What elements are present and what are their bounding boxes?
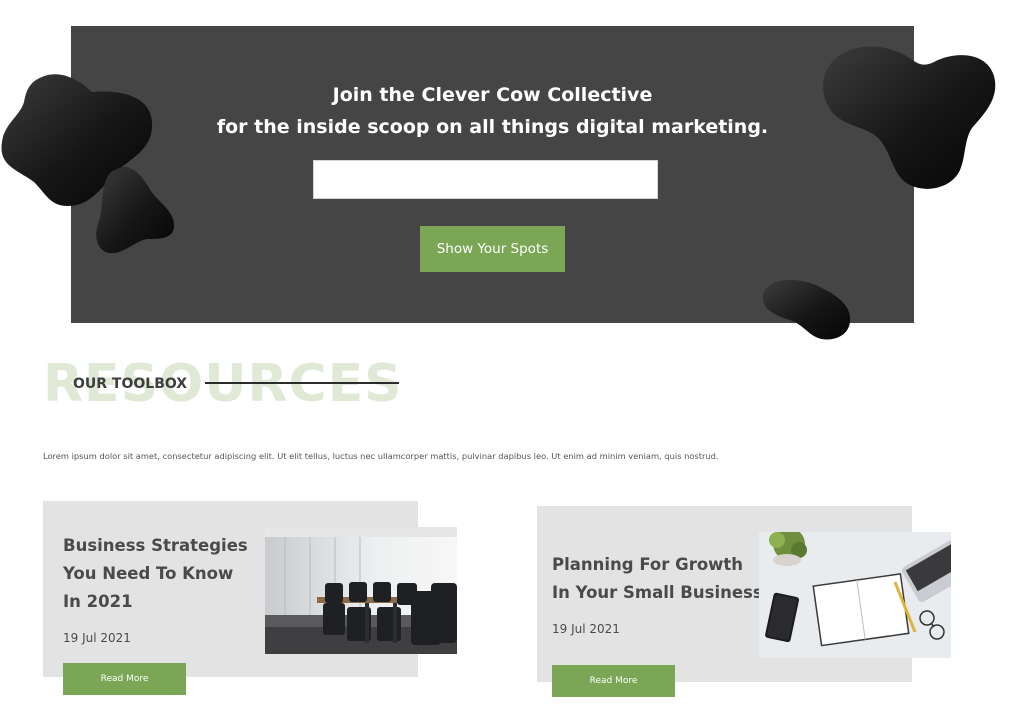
newsletter-heading-line-2: for the inside scoop on all things digit… bbox=[216, 116, 769, 138]
newsletter-heading: Join the Clever Cow Collective for the i… bbox=[71, 79, 914, 143]
blog-card-title[interactable]: Business Strategies You Need To Know In … bbox=[63, 532, 248, 616]
desk-notebook-image[interactable] bbox=[759, 532, 951, 658]
blog-card-date: 19 Jul 2021 bbox=[552, 622, 620, 636]
blog-card-title-line: In 2021 bbox=[63, 592, 133, 611]
blog-card-title-line: Planning For Growth bbox=[552, 555, 744, 574]
read-more-button[interactable]: Read More bbox=[63, 663, 186, 695]
read-more-button[interactable]: Read More bbox=[552, 665, 675, 697]
blog-card-title[interactable]: Planning For Growth In Your Small Busine… bbox=[552, 551, 763, 607]
show-your-spots-button[interactable]: Show Your Spots bbox=[420, 226, 565, 272]
blog-card-title-line: In Your Small Business bbox=[552, 583, 763, 602]
blog-card-date: 19 Jul 2021 bbox=[63, 631, 131, 645]
blog-card-title-line: Business Strategies bbox=[63, 536, 248, 555]
cow-spot-decoration bbox=[823, 46, 996, 189]
conference-room-image[interactable] bbox=[265, 527, 457, 654]
cow-spot-decoration bbox=[96, 166, 175, 254]
section-divider bbox=[205, 382, 399, 384]
newsletter-heading-line-1: Join the Clever Cow Collective bbox=[332, 84, 653, 106]
cow-spot-decoration bbox=[762, 279, 851, 340]
newsletter-email-input[interactable] bbox=[313, 160, 658, 199]
blog-card-title-line: You Need To Know bbox=[63, 564, 234, 583]
section-intro: Lorem ipsum dolor sit amet, consectetur … bbox=[43, 451, 719, 461]
section-label: OUR TOOLBOX bbox=[73, 376, 188, 392]
